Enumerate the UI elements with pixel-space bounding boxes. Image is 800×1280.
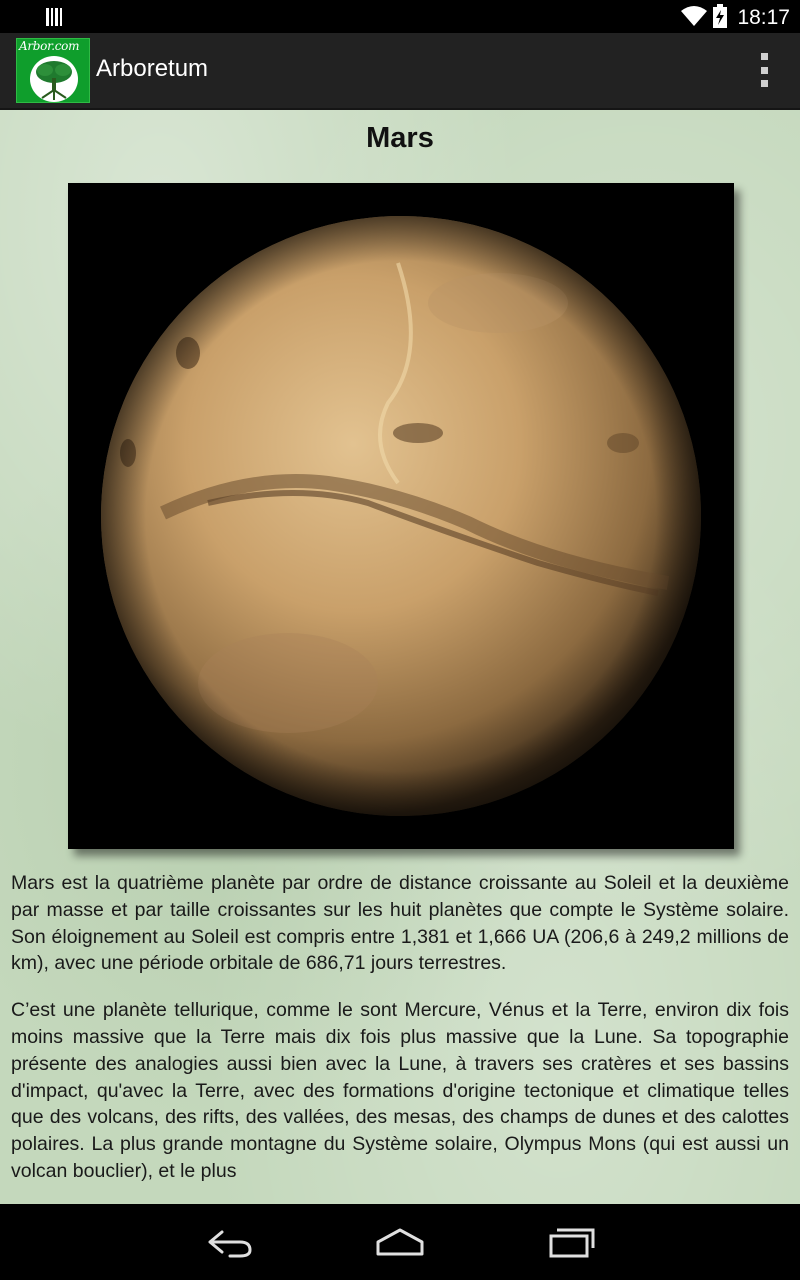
action-bar: Arbor.com Arboretum — [0, 33, 800, 110]
article-body: Mars est la quatrième planète par ordre … — [11, 870, 789, 1204]
back-icon[interactable] — [200, 1220, 260, 1264]
app-logo-icon[interactable]: Arbor.com — [16, 38, 90, 103]
app-logo-text: Arbor.com — [19, 39, 80, 53]
status-bar: 18:17 — [0, 0, 800, 33]
wifi-icon — [681, 5, 708, 31]
article-scroll-area[interactable]: Mars Mars est la quatrième planète par o… — [0, 110, 800, 1204]
app-title: Arboretum — [96, 55, 209, 82]
article-paragraph: C’est une planète tellurique, comme le s… — [11, 999, 789, 1182]
page-title: Mars — [366, 122, 434, 154]
clock: 18:17 — [737, 6, 790, 29]
overflow-menu-icon[interactable] — [756, 53, 772, 87]
tree-icon — [30, 56, 78, 102]
home-icon[interactable] — [370, 1220, 430, 1264]
article-paragraph: Mars est la quatrième planète par ordre … — [11, 872, 789, 975]
navigation-bar — [0, 1204, 800, 1280]
barcode-icon — [46, 8, 64, 30]
recent-apps-icon[interactable] — [541, 1220, 601, 1264]
battery-charging-icon — [713, 4, 728, 32]
mars-image — [68, 183, 734, 849]
